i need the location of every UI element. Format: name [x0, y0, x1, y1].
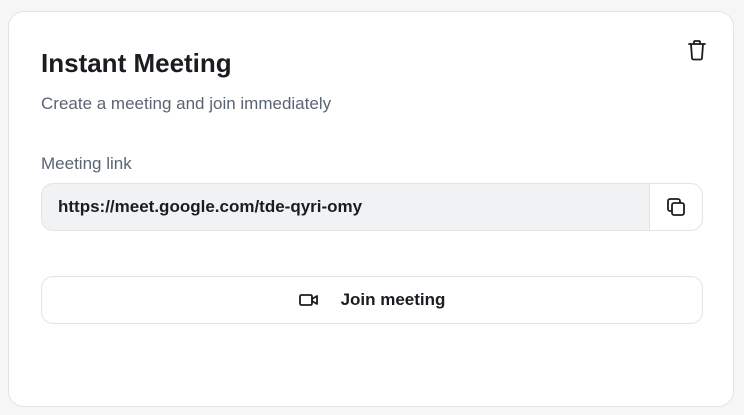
delete-button[interactable] — [685, 38, 709, 62]
trash-icon — [687, 39, 707, 61]
video-camera-icon — [298, 293, 319, 307]
meeting-link-field[interactable]: https://meet.google.com/tde-qyri-omy — [41, 183, 649, 231]
join-meeting-button[interactable]: Join meeting — [41, 276, 703, 324]
join-meeting-label: Join meeting — [340, 290, 446, 309]
instant-meeting-card: Instant Meeting Create a meeting and joi… — [8, 11, 734, 407]
card-subtitle: Create a meeting and join immediately — [41, 94, 332, 113]
meeting-link-group: https://meet.google.com/tde-qyri-omy — [41, 183, 703, 231]
card-title: Instant Meeting — [41, 48, 232, 78]
copy-icon — [666, 197, 686, 217]
copy-link-button[interactable] — [649, 183, 703, 231]
meeting-link-label: Meeting link — [41, 154, 132, 173]
